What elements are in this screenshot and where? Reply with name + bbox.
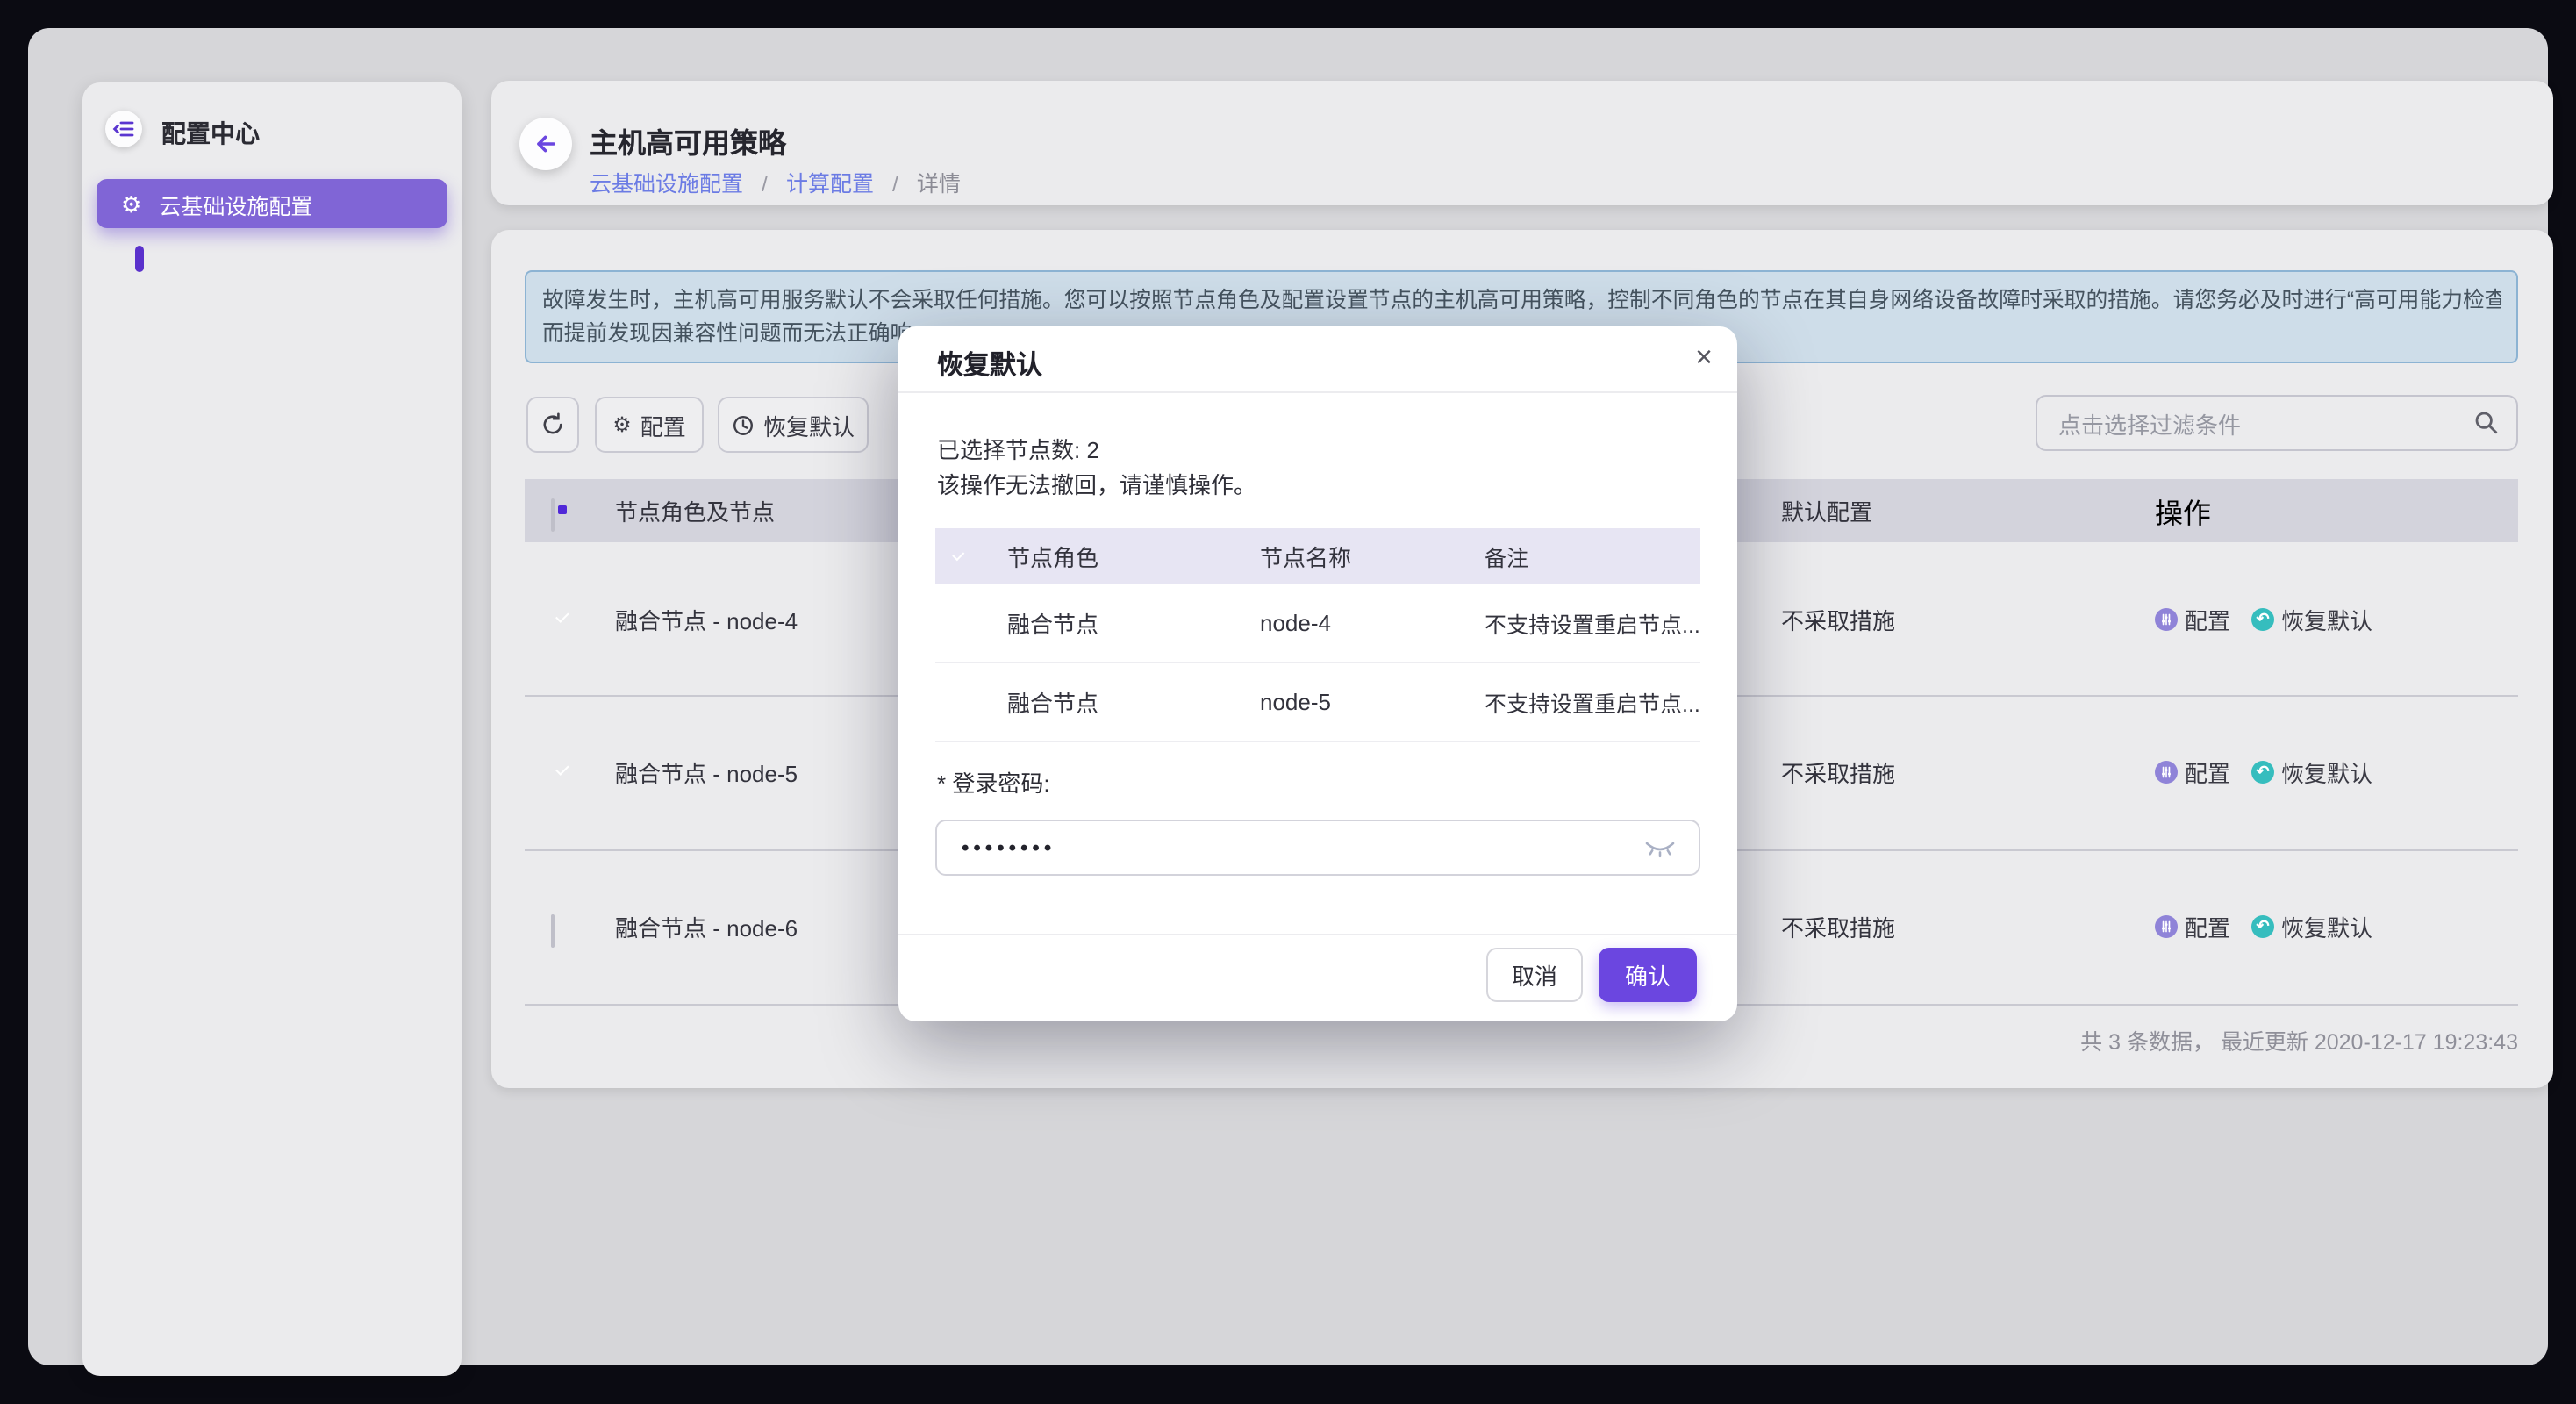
sidebar-title: 配置中心	[161, 116, 260, 151]
modal-column-remark: 备注	[1485, 540, 1700, 573]
toolbar-restore-default-button[interactable]: 恢复默认	[718, 397, 869, 453]
toolbar-config-button[interactable]: ⚙ 配置	[595, 397, 704, 453]
refresh-icon	[540, 412, 565, 437]
modal-node-role: 融合节点	[1007, 606, 1098, 640]
sidebar-active-indicator	[135, 246, 144, 272]
row-restore-action[interactable]: ↶ 恢复默认	[2251, 909, 2372, 942]
modal-node-remark: 不支持设置重启节点...	[1485, 606, 1700, 640]
breadcrumb-separator: /	[762, 172, 768, 197]
filter-input[interactable]: 点击选择过滤条件	[2036, 395, 2518, 451]
filter-placeholder: 点击选择过滤条件	[2058, 406, 2474, 440]
page-header: 主机高可用策略 云基础设施配置 / 计算配置 / 详情	[491, 81, 2553, 205]
modal-node-name: node-4	[1260, 610, 1331, 636]
info-banner-line1: 故障发生时，主机高可用服务默认不会采取任何措施。您可以按照节点角色及配置设置节点…	[542, 284, 2501, 318]
cancel-button[interactable]: 取消	[1486, 948, 1583, 1002]
sidebar-collapse-button[interactable]	[105, 111, 142, 147]
sliders-icon	[2155, 914, 2178, 937]
back-button[interactable]	[519, 118, 572, 170]
row-restore-label: 恢复默认	[2281, 909, 2372, 942]
row-restore-action[interactable]: ↶ 恢复默认	[2251, 755, 2372, 788]
restore-default-modal: 恢复默认 × 已选择节点数: 2 该操作无法撤回，请谨慎操作。 节点角色 节点名…	[898, 326, 1737, 1021]
toolbar-restore-label: 恢复默认	[763, 408, 855, 441]
row-restore-action[interactable]: ↶ 恢复默认	[2251, 602, 2372, 635]
gear-icon: ⚙	[612, 414, 632, 435]
breadcrumb-current: 详情	[917, 172, 961, 197]
modal-node-role: 融合节点	[1007, 685, 1098, 719]
sliders-icon	[2155, 760, 2178, 783]
undo-arrow-icon: ↶	[2251, 914, 2274, 937]
arrow-left-icon	[532, 130, 560, 158]
modal-table-row: 融合节点 node-4 不支持设置重启节点...	[935, 584, 1700, 663]
breadcrumb-link-cloud-infra[interactable]: 云基础设施配置	[590, 172, 743, 197]
modal-node-table: 节点角色 节点名称 备注 融合节点 node-4 不支持设置重启节点... 融合…	[935, 528, 1700, 742]
modal-column-role: 节点角色	[1007, 540, 1098, 573]
modal-node-name: node-5	[1260, 689, 1331, 715]
node-name: 融合节点 - node-6	[615, 909, 798, 942]
toolbar-config-label: 配置	[640, 408, 686, 441]
close-icon[interactable]: ×	[1695, 339, 1713, 377]
row-config-action[interactable]: 配置	[2155, 602, 2230, 635]
breadcrumb-separator: /	[892, 172, 898, 197]
row-checkbox[interactable]	[551, 913, 555, 947]
search-icon[interactable]	[2474, 411, 2499, 435]
modal-footer-divider	[898, 934, 1737, 935]
node-name: 融合节点 - node-4	[615, 602, 798, 635]
row-config-action[interactable]: 配置	[2155, 909, 2230, 942]
menu-fold-icon	[112, 118, 135, 140]
app-window: 配置中心 ⚙ 云基础设施配置 主机高可用策略 云基础设施配置 /	[28, 28, 2548, 1365]
row-config-action[interactable]: 配置	[2155, 755, 2230, 788]
undo-arrow-icon: ↶	[2251, 760, 2274, 783]
sidebar: 配置中心 ⚙ 云基础设施配置	[82, 82, 462, 1376]
sliders-icon	[2155, 607, 2178, 630]
node-name: 融合节点 - node-5	[615, 755, 798, 788]
password-label: * 登录密码:	[937, 765, 1050, 799]
history-clock-icon	[732, 413, 755, 436]
column-actions: 操作	[2155, 490, 2211, 532]
select-all-checkbox[interactable]	[551, 498, 555, 532]
password-value: ••••••••	[962, 835, 1644, 860]
default-config-value: 不采取措施	[1781, 909, 1895, 942]
breadcrumb-link-compute-config[interactable]: 计算配置	[786, 172, 874, 197]
column-default-config: 默认配置	[1781, 494, 1872, 527]
default-config-value: 不采取措施	[1781, 755, 1895, 788]
sidebar-item-label: 云基础设施配置	[159, 187, 312, 220]
modal-table-header: 节点角色 节点名称 备注	[935, 528, 1700, 584]
page-title: 主机高可用策略	[590, 119, 786, 161]
row-config-label: 配置	[2185, 755, 2230, 788]
screen: 配置中心 ⚙ 云基础设施配置 主机高可用策略 云基础设施配置 /	[0, 0, 2576, 1404]
eye-invisible-icon[interactable]	[1644, 837, 1676, 858]
password-input[interactable]: ••••••••	[935, 820, 1700, 876]
table-footer: 共 3 条数据， 最近更新 2020-12-17 19:23:43	[525, 1023, 2518, 1057]
modal-column-name: 节点名称	[1260, 540, 1351, 573]
undo-arrow-icon: ↶	[2251, 607, 2274, 630]
row-config-label: 配置	[2185, 602, 2230, 635]
modal-header-divider	[898, 391, 1737, 393]
row-restore-label: 恢复默认	[2281, 755, 2372, 788]
refresh-button[interactable]	[526, 397, 579, 453]
breadcrumb: 云基础设施配置 / 计算配置 / 详情	[590, 165, 961, 198]
modal-node-remark: 不支持设置重启节点...	[1485, 685, 1700, 719]
confirm-button[interactable]: 确认	[1599, 948, 1697, 1002]
default-config-value: 不采取措施	[1781, 602, 1895, 635]
sidebar-item-cloud-infra-config[interactable]: ⚙ 云基础设施配置	[97, 179, 447, 228]
row-restore-label: 恢复默认	[2281, 602, 2372, 635]
warning-text: 该操作无法撤回，请谨慎操作。	[937, 467, 1256, 500]
selected-count-text: 已选择节点数: 2	[937, 432, 1099, 465]
row-config-label: 配置	[2185, 909, 2230, 942]
column-node-role: 节点角色及节点	[615, 494, 775, 527]
modal-table-row: 融合节点 node-5 不支持设置重启节点...	[935, 663, 1700, 742]
modal-title: 恢复默认	[937, 346, 1042, 383]
gear-icon: ⚙	[121, 192, 141, 215]
